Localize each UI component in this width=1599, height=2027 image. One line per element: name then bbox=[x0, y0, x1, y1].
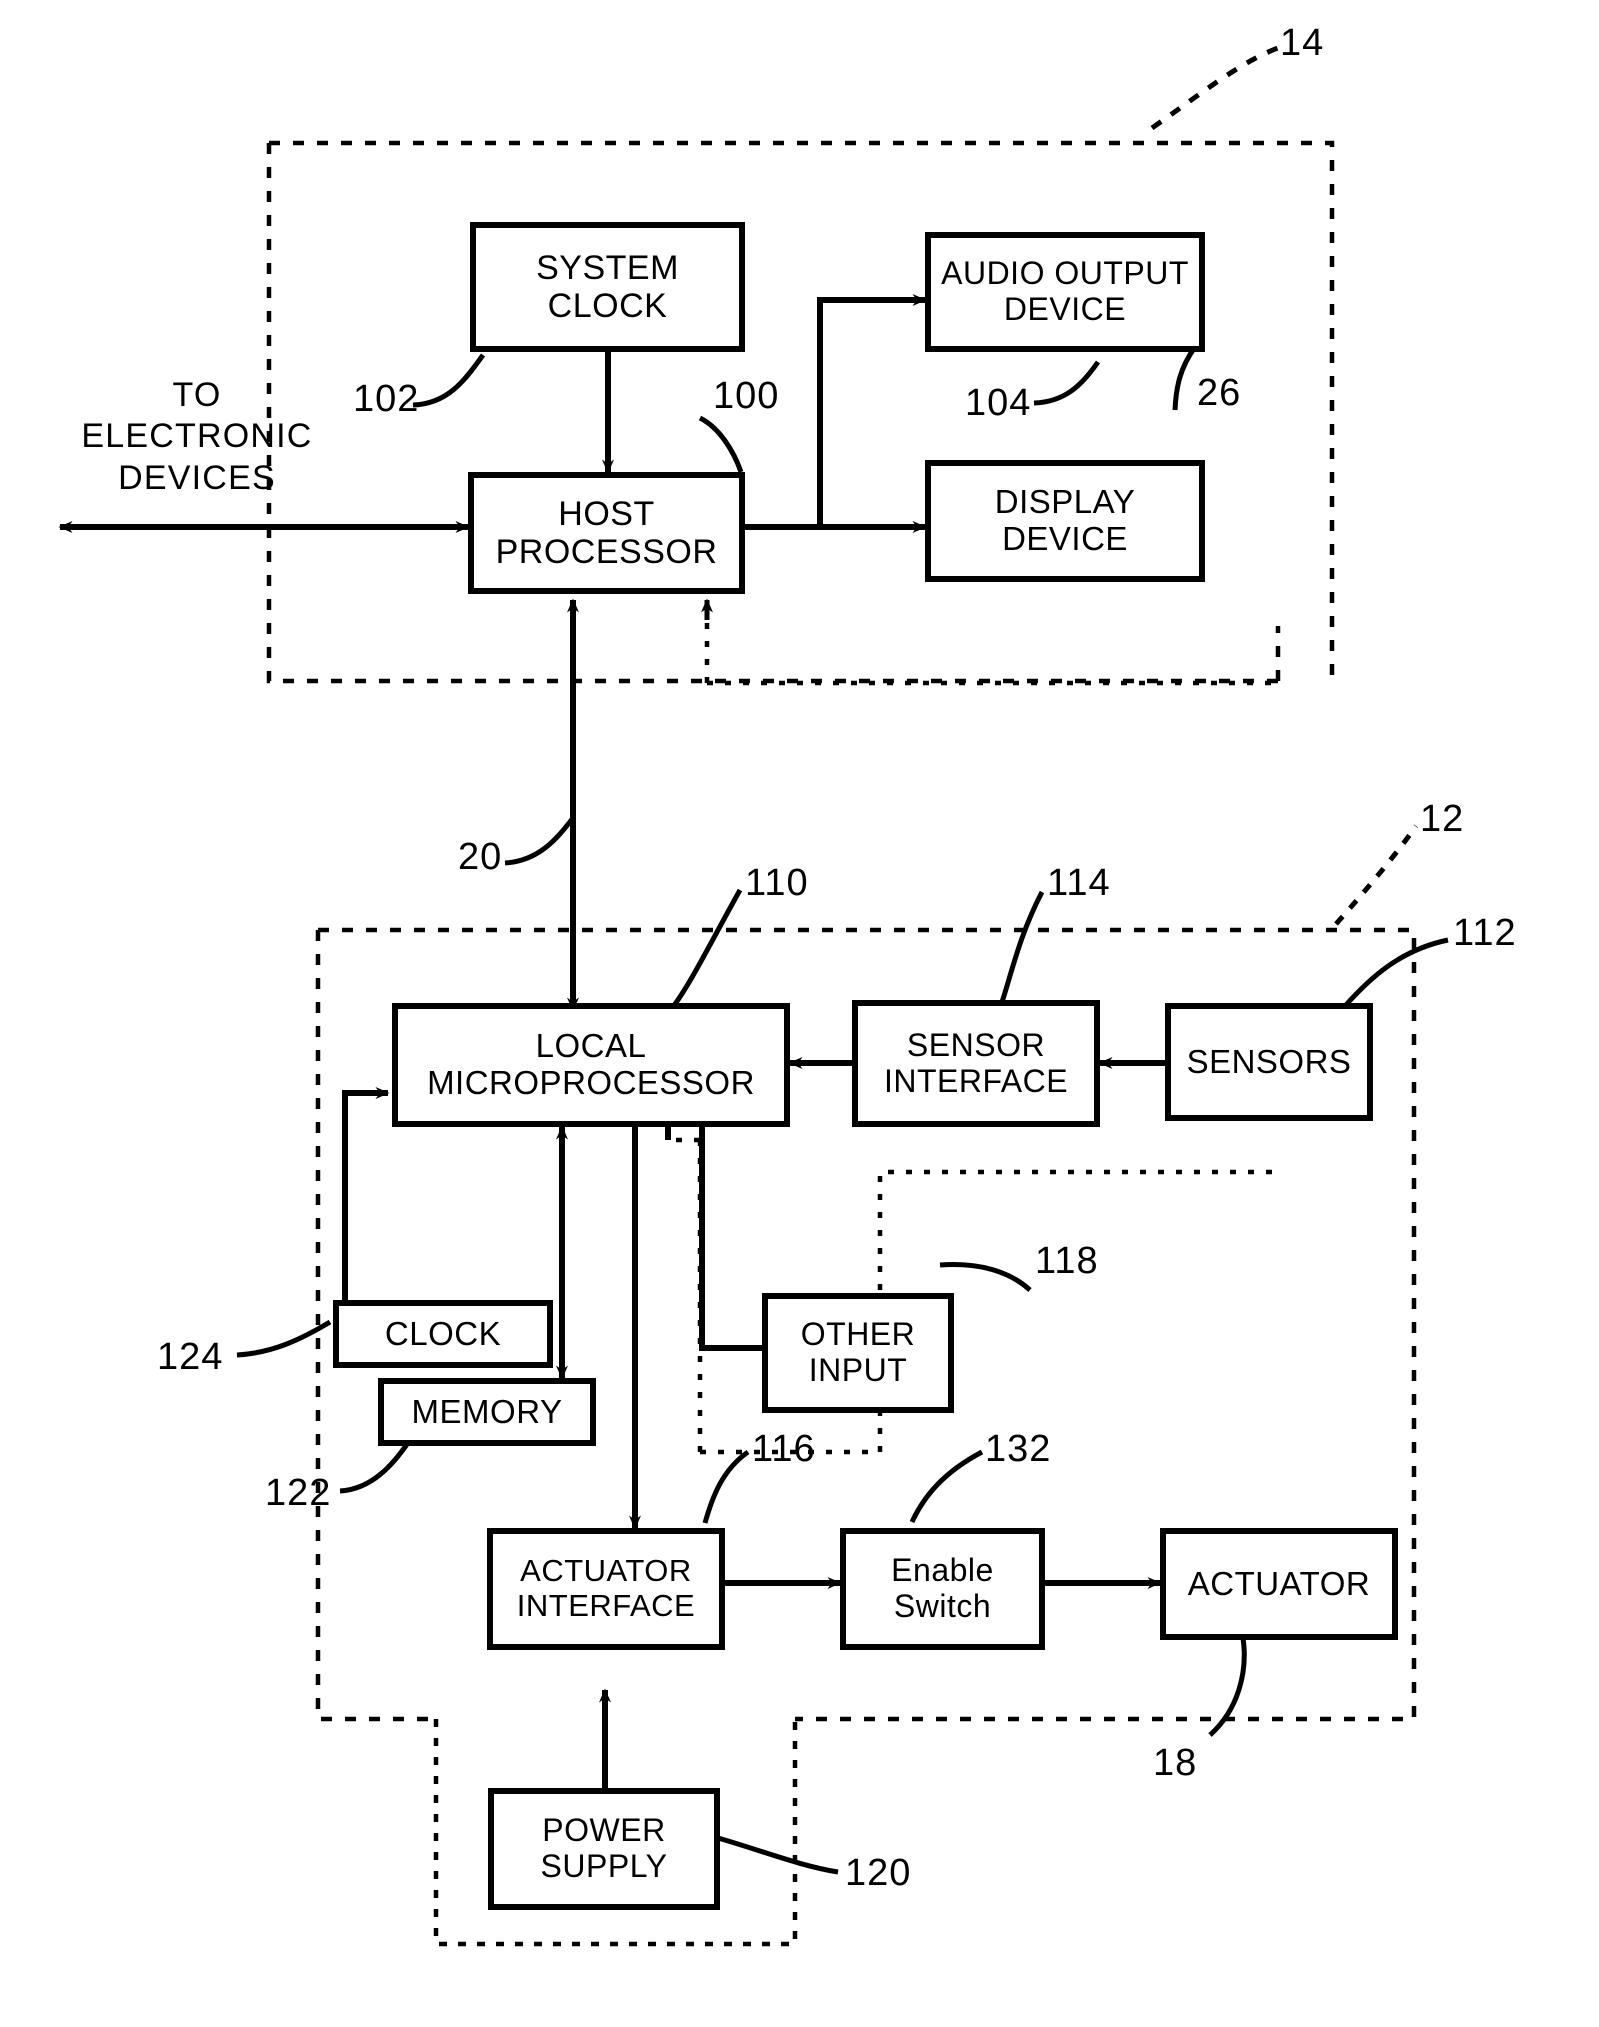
local-microprocessor-line-2: MICROPROCESSOR bbox=[427, 1064, 755, 1101]
system-clock-line-2: CLOCK bbox=[547, 287, 668, 325]
audio-output-line-1: AUDIO OUTPUT bbox=[941, 255, 1189, 292]
host-system-enclosure-14 bbox=[266, 140, 1335, 684]
sensor-interface-line-1: SENSOR bbox=[906, 1026, 1046, 1063]
clock-block[interactable]: CLOCK bbox=[333, 1300, 553, 1368]
feedback-path-dotted bbox=[668, 1137, 1278, 1455]
ref-116: 116 bbox=[752, 1428, 816, 1470]
path-other-input-left bbox=[668, 1140, 762, 1348]
leader-120 bbox=[717, 1835, 839, 1875]
sensor-interface-line-2: INTERFACE bbox=[883, 1062, 1069, 1099]
memory-label: MEMORY bbox=[411, 1392, 563, 1430]
display-device-line-2: DEVICE bbox=[1002, 520, 1128, 557]
path-other-input-riser bbox=[699, 1140, 762, 1351]
actuator-block[interactable]: ACTUATOR bbox=[1160, 1528, 1398, 1640]
ref-20: 20 bbox=[458, 836, 503, 878]
clock-label: CLOCK bbox=[384, 1314, 502, 1352]
leader-114 bbox=[997, 890, 1045, 1009]
ref-14: 14 bbox=[1280, 22, 1325, 64]
ref-132: 132 bbox=[985, 1428, 1052, 1470]
host-processor-line-1: HOST bbox=[558, 494, 655, 533]
ref-114: 114 bbox=[1047, 862, 1111, 904]
ref-118: 118 bbox=[1035, 1240, 1099, 1282]
actuator-interface-line-1: ACTUATOR bbox=[520, 1553, 692, 1589]
arrow-clock-to-micro bbox=[342, 1087, 390, 1314]
local-microprocessor-line-1: LOCAL bbox=[535, 1027, 647, 1065]
local-microprocessor-block[interactable]: LOCAL MICROPROCESSOR bbox=[392, 1003, 790, 1127]
ref-102: 102 bbox=[353, 378, 420, 420]
ref-120: 120 bbox=[845, 1852, 912, 1894]
leader-112 bbox=[1343, 937, 1449, 1008]
system-clock-line-1: SYSTEM bbox=[536, 248, 679, 287]
ref-112: 112 bbox=[1453, 912, 1517, 954]
leader-14 bbox=[1150, 45, 1279, 131]
figure-canvas: TO ELECTRONIC DEVICES SYSTEM CLOCK AUDIO… bbox=[0, 0, 1599, 2027]
leader-20 bbox=[504, 816, 575, 866]
other-input-block[interactable]: OTHER INPUT bbox=[762, 1293, 954, 1413]
power-supply-line-2: SUPPLY bbox=[540, 1848, 668, 1884]
host-processor-line-2: PROCESSOR bbox=[495, 533, 718, 571]
power-supply-block[interactable]: POWER SUPPLY bbox=[488, 1788, 720, 1910]
leader-118 bbox=[939, 1261, 1032, 1292]
enable-switch-line-1: Enable bbox=[891, 1552, 994, 1589]
ref-26: 26 bbox=[1197, 372, 1242, 414]
enable-switch-block[interactable]: Enable Switch bbox=[840, 1528, 1045, 1650]
sensors-block[interactable]: SENSORS bbox=[1165, 1003, 1373, 1121]
display-device-block[interactable]: DISPLAY DEVICE bbox=[925, 460, 1205, 582]
other-input-line-1: OTHER bbox=[800, 1316, 916, 1353]
ref-124: 124 bbox=[157, 1336, 224, 1378]
leader-110 bbox=[670, 888, 743, 1010]
host-processor-block[interactable]: HOST PROCESSOR bbox=[468, 472, 745, 594]
leader-116 bbox=[702, 1449, 750, 1524]
other-input-line-2: INPUT bbox=[808, 1352, 908, 1388]
audio-output-device-block[interactable]: AUDIO OUTPUT DEVICE bbox=[925, 232, 1205, 352]
enable-switch-line-2: Switch bbox=[893, 1588, 992, 1624]
audio-output-line-2: DEVICE bbox=[1003, 291, 1127, 327]
leader-100 bbox=[698, 415, 744, 473]
leader-26 bbox=[1172, 345, 1198, 411]
ref-104: 104 bbox=[965, 382, 1032, 424]
leader-102 bbox=[412, 353, 486, 408]
leader-12 bbox=[1334, 824, 1419, 926]
ref-100: 100 bbox=[713, 375, 780, 417]
display-device-line-1: DISPLAY bbox=[994, 483, 1136, 521]
to-electronic-devices-label: TO ELECTRONIC DEVICES bbox=[81, 376, 313, 497]
actuator-label: ACTUATOR bbox=[1187, 1564, 1371, 1602]
ref-122: 122 bbox=[265, 1472, 332, 1514]
leader-132 bbox=[909, 1449, 984, 1524]
system-clock-block[interactable]: SYSTEM CLOCK bbox=[470, 222, 745, 352]
memory-block[interactable]: MEMORY bbox=[378, 1378, 596, 1446]
actuator-interface-line-2: INTERFACE bbox=[516, 1588, 696, 1623]
sensors-label: SENSORS bbox=[1186, 1042, 1352, 1080]
ref-18: 18 bbox=[1153, 1742, 1198, 1784]
actuator-interface-block[interactable]: ACTUATOR INTERFACE bbox=[487, 1528, 725, 1650]
ref-110: 110 bbox=[745, 862, 809, 904]
sensor-interface-block[interactable]: SENSOR INTERFACE bbox=[852, 1000, 1100, 1127]
ref-12: 12 bbox=[1420, 798, 1465, 840]
leader-104 bbox=[1033, 360, 1101, 406]
power-supply-line-1: POWER bbox=[542, 1812, 666, 1849]
